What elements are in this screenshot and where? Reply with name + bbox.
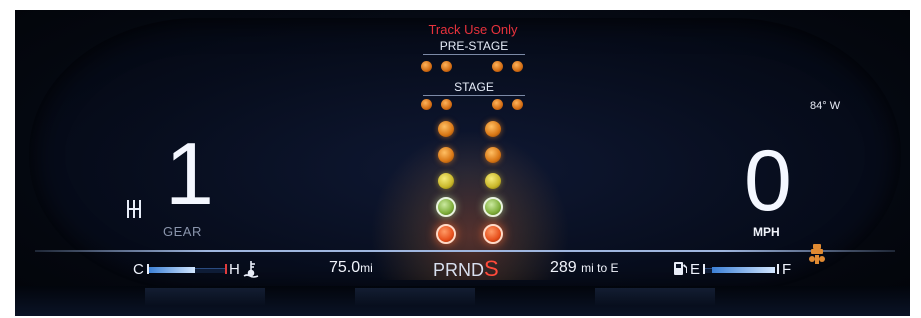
temp-hot-label: H: [229, 261, 240, 278]
pre-stage-label: PRE-STAGE: [439, 39, 509, 53]
stage-bulb-left-outer: [421, 99, 432, 110]
speed-unit-label: MPH: [753, 225, 780, 239]
fuel-gauge-full-tick: [777, 264, 779, 274]
gear-value: 1: [165, 124, 214, 223]
prestage-bulb-left-inner: [441, 61, 452, 72]
red-bulb-left: [436, 224, 456, 244]
distance-to-empty: 289 mi to E: [550, 259, 619, 277]
gear-selector-positions: PRND: [433, 260, 485, 280]
speed-value: 0: [744, 133, 792, 229]
track-use-only-label: Track Use Only: [428, 22, 518, 37]
red-bulb-right: [483, 224, 503, 244]
amber-bulb-right-2: [485, 147, 501, 163]
fuel-pump-icon: [671, 260, 689, 276]
amber-bulb-left-2: [438, 147, 454, 163]
green-bulb-left: [436, 197, 456, 217]
gear-shift-pattern-icon: [125, 198, 143, 220]
prestage-bulb-right-outer: [512, 61, 523, 72]
pre-stage-divider: [423, 54, 525, 55]
fuel-gauge-fill: [712, 267, 775, 273]
range-unit: mi to E: [581, 261, 619, 275]
odometer-unit: mi: [360, 261, 373, 275]
temp-gauge-fill: [149, 267, 195, 273]
gear-selector-active: S: [484, 256, 499, 281]
instrument-cluster: Track Use Only PRE-STAGE STAGE 1 GEAR 84…: [15, 10, 910, 316]
amber-bulb-left-1: [438, 121, 454, 137]
temp-cold-label: C: [133, 261, 144, 278]
fuel-empty-label: E: [690, 261, 701, 278]
range-value: 289: [550, 259, 577, 276]
stage-bulb-right-outer: [512, 99, 523, 110]
fuel-full-label: F: [782, 261, 792, 278]
odometer-value: 75.0: [329, 259, 361, 276]
bezel-reflection-center: [355, 288, 475, 306]
stage-divider: [423, 95, 525, 96]
gear-selector-indicator: PRNDS: [433, 256, 499, 282]
coolant-temp-icon: [243, 260, 259, 278]
outside-temp: 84° W: [810, 100, 841, 112]
traction-warning-icon: [807, 243, 827, 267]
stage-bulb-left-inner: [441, 99, 452, 110]
prestage-bulb-right-inner: [492, 61, 503, 72]
trip-odometer: 75.0mi: [329, 259, 373, 277]
temp-gauge-hot-tick: [225, 264, 227, 274]
bottom-divider: [35, 250, 895, 252]
prestage-bulb-left-outer: [421, 61, 432, 72]
amber-bulb-right-1: [485, 121, 501, 137]
yellow-bulb-left: [438, 173, 454, 189]
bezel-reflection-right: [595, 288, 715, 306]
gear-label: GEAR: [163, 224, 202, 239]
stage-bulb-right-inner: [492, 99, 503, 110]
stage-label: STAGE: [454, 80, 494, 94]
green-bulb-right: [483, 197, 503, 217]
bezel-reflection-left: [145, 288, 265, 306]
yellow-bulb-right: [485, 173, 501, 189]
